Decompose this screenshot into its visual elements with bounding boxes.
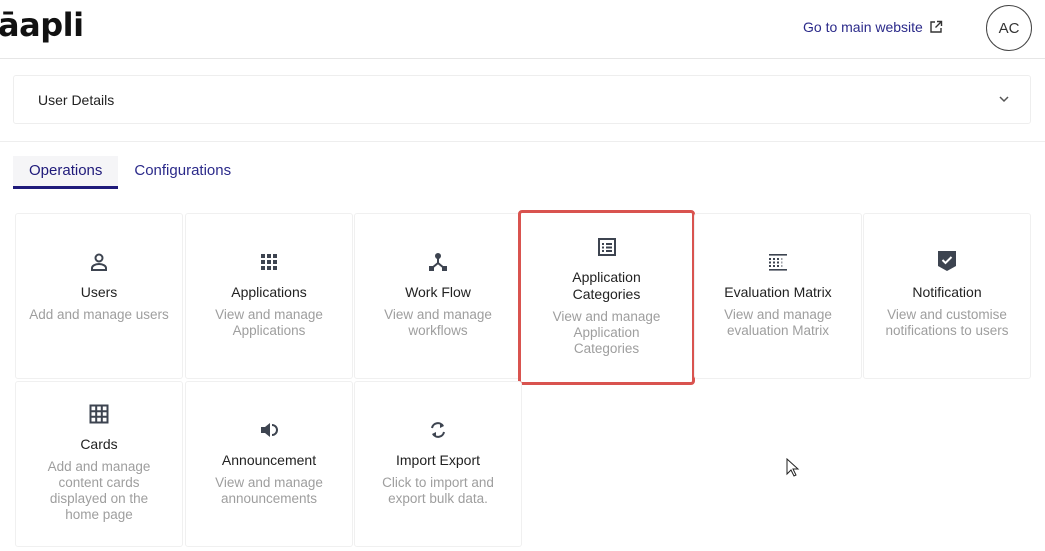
grid-dots-icon: [261, 254, 277, 270]
list-icon: [597, 238, 616, 256]
card-title: Evaluation Matrix: [724, 284, 832, 300]
card-evaluation-matrix[interactable]: Evaluation Matrix View and manage evalua…: [694, 213, 862, 379]
mouse-cursor-icon: [786, 458, 800, 477]
user-icon: [91, 253, 107, 271]
speaker-icon: [261, 423, 278, 437]
card-title: Application Categories: [572, 269, 641, 302]
card-description: Add and manage users: [29, 307, 169, 322]
matrix-icon: [769, 254, 787, 271]
user-details-accordion[interactable]: User Details: [13, 75, 1031, 124]
card-title: Announcement: [221, 452, 317, 468]
card-application-categories[interactable]: Application Categories View and manage A…: [518, 210, 695, 385]
card-description: View and manage Applications: [215, 307, 323, 338]
tab-bar: Operations Configurations: [13, 156, 247, 189]
shield-check-icon: [938, 251, 956, 271]
card-cards[interactable]: Cards Add and manage content cards displ…: [15, 381, 183, 547]
top-bar: āapli Go to main website AC: [0, 0, 1045, 59]
card-description: Add and manage content cards displayed o…: [47, 459, 151, 522]
card-title: Users: [80, 284, 118, 300]
card-title: Notification: [912, 284, 982, 300]
avatar[interactable]: AC: [986, 5, 1032, 51]
accordion-title: User Details: [38, 92, 115, 108]
table-icon: [89, 404, 109, 424]
divider: [0, 141, 1045, 142]
card-description: View and manage Application Categories: [552, 309, 661, 356]
main-website-link-label: Go to main website: [803, 19, 923, 35]
main-website-link[interactable]: Go to main website: [803, 19, 943, 35]
tab-operations[interactable]: Operations: [13, 156, 119, 189]
tab-configurations[interactable]: Configurations: [118, 156, 247, 186]
card-notification[interactable]: Notification View and customise notifica…: [863, 213, 1031, 379]
sync-icon: [431, 422, 445, 438]
card-import-export[interactable]: Import Export Click to import and export…: [354, 381, 522, 547]
card-description: View and manage evaluation Matrix: [724, 307, 832, 338]
card-title: Import Export: [395, 452, 481, 468]
card-description: Click to import and export bulk data.: [382, 475, 494, 506]
card-announcement[interactable]: Announcement View and manage announcemen…: [185, 381, 353, 547]
card-description: View and manage announcements: [215, 475, 323, 506]
card-description: View and manage workflows: [384, 307, 492, 338]
card-title: Cards: [80, 436, 118, 452]
card-users[interactable]: Users Add and manage users: [15, 213, 183, 379]
card-applications[interactable]: Applications View and manage Application…: [185, 213, 353, 379]
card-description: View and customise notifications to user…: [885, 307, 1009, 338]
workflow-icon: [429, 253, 447, 271]
card-workflow[interactable]: Work Flow View and manage workflows: [354, 213, 522, 379]
card-title: Applications: [231, 284, 307, 300]
chevron-down-icon[interactable]: [998, 93, 1010, 105]
external-link-icon: [930, 20, 943, 33]
logo[interactable]: āapli: [0, 6, 84, 44]
card-title: Work Flow: [405, 284, 471, 300]
